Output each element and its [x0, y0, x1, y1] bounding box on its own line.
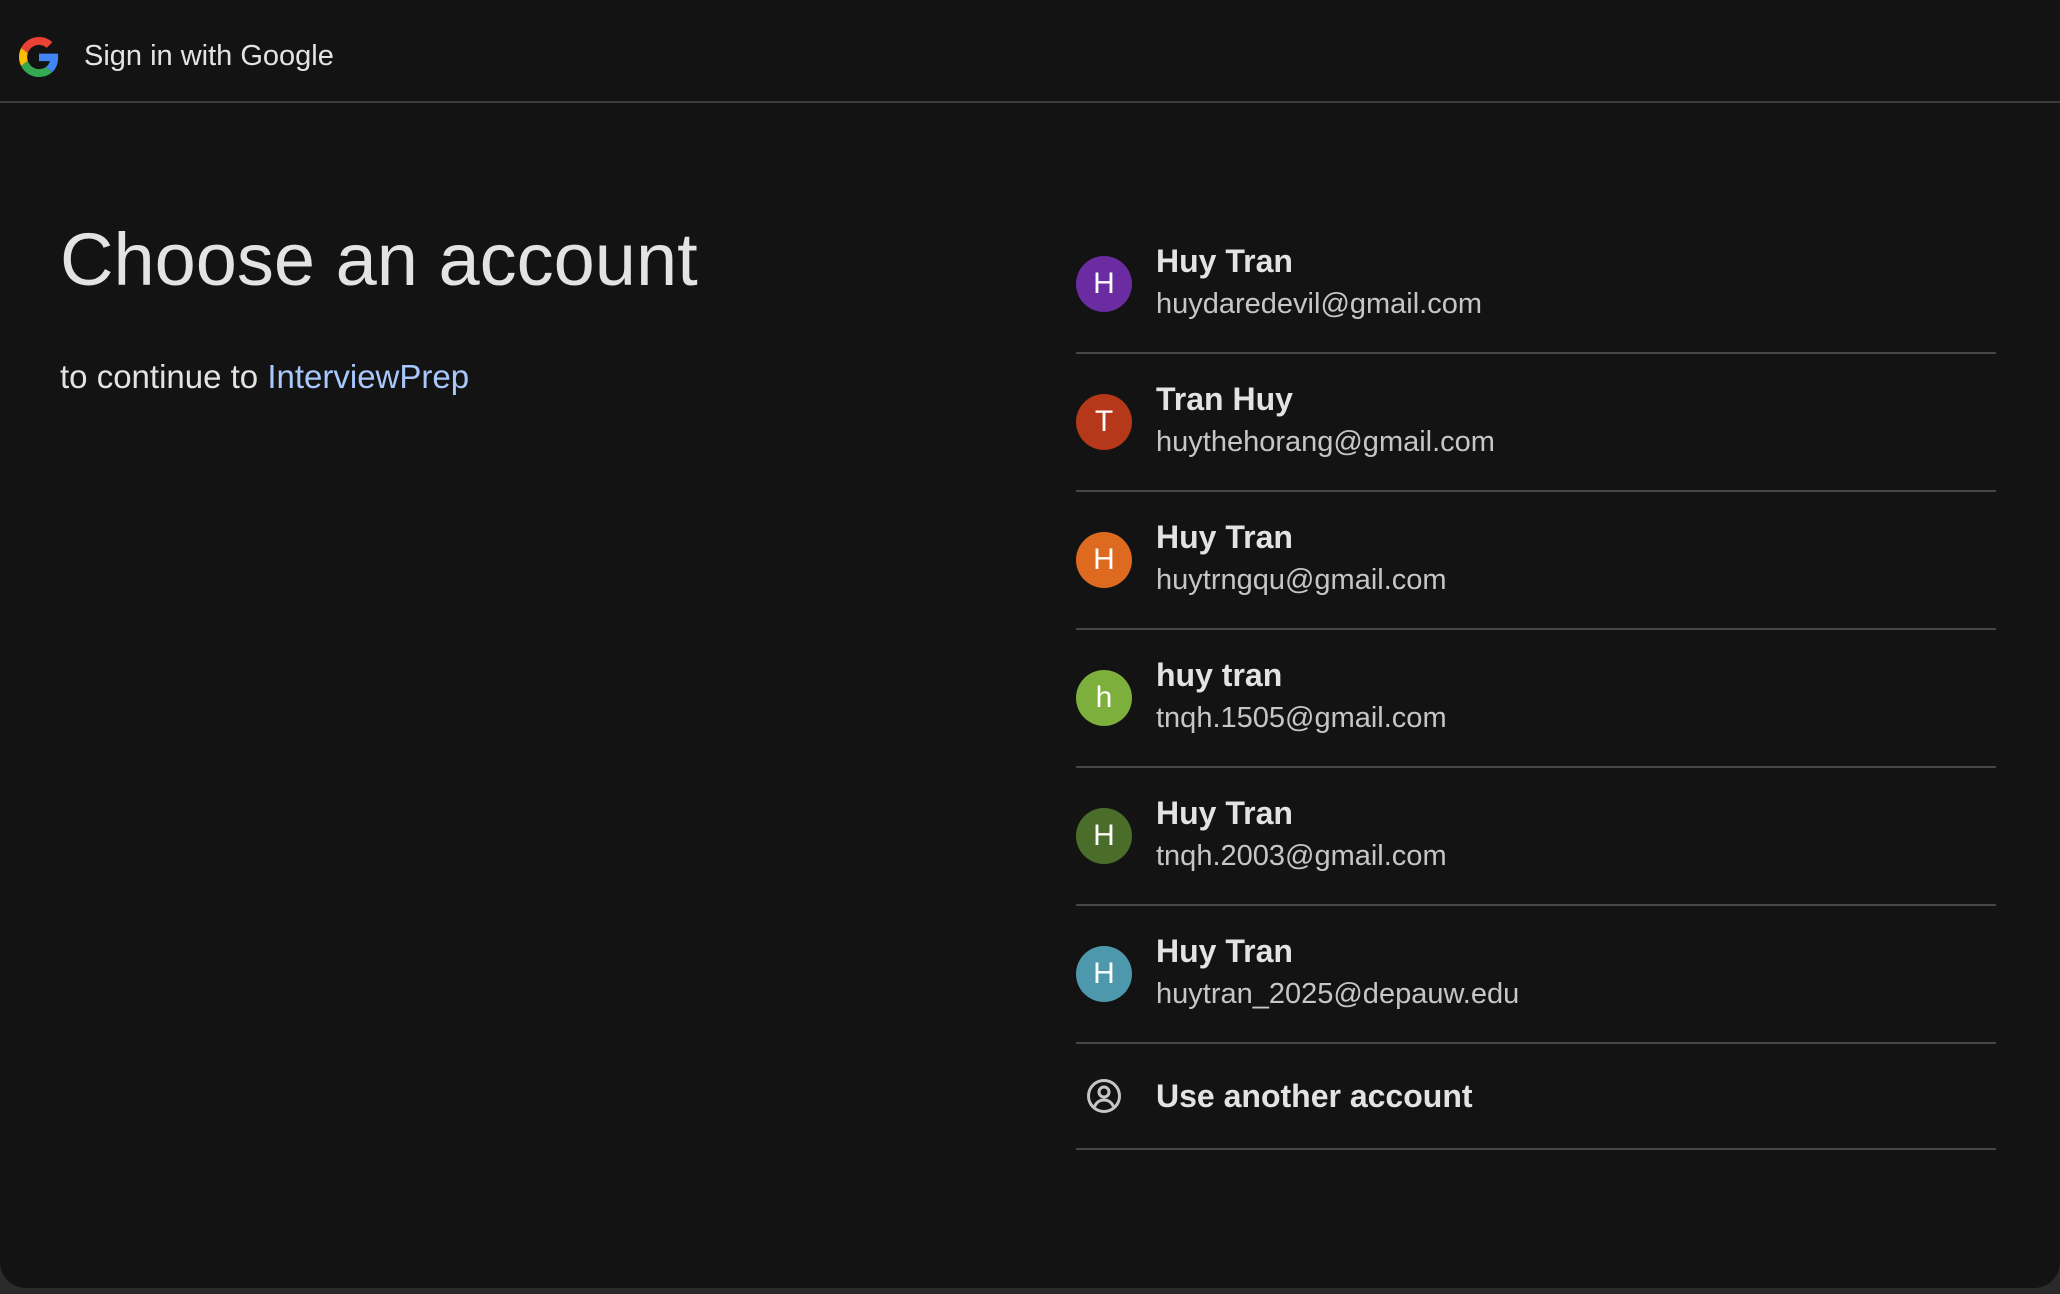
- account-name: Huy Tran: [1156, 795, 1293, 831]
- account-item[interactable]: H Huy Tran huytran_2025@depauw.edu: [1076, 906, 1996, 1044]
- account-name: Huy Tran: [1156, 933, 1293, 969]
- use-another-account-button[interactable]: Use another account: [1076, 1044, 1996, 1150]
- account-circle-icon: [1087, 1079, 1121, 1113]
- account-email: huytran_2025@depauw.edu: [1156, 978, 1520, 1010]
- account-email: huydaredevil@gmail.com: [1156, 288, 1483, 320]
- avatar: H: [1076, 808, 1132, 864]
- account-email: huythehorang@gmail.com: [1156, 426, 1495, 458]
- account-name: Tran Huy: [1156, 381, 1293, 417]
- avatar: H: [1076, 256, 1132, 312]
- account-email: tnqh.1505@gmail.com: [1156, 702, 1447, 734]
- avatar: T: [1076, 394, 1132, 450]
- page-title: Choose an account: [60, 218, 698, 301]
- account-item[interactable]: H Huy Tran tnqh.2003@gmail.com: [1076, 768, 1996, 906]
- sign-in-window: Sign in with Google Choose an account to…: [0, 0, 2060, 1288]
- header-bar: Sign in with Google: [0, 0, 2060, 103]
- account-item[interactable]: H Huy Tran huydaredevil@gmail.com: [1076, 216, 1996, 354]
- account-email: huytrngqu@gmail.com: [1156, 564, 1447, 596]
- account-name: Huy Tran: [1156, 243, 1293, 279]
- account-email: tnqh.2003@gmail.com: [1156, 840, 1447, 872]
- account-name: huy tran: [1156, 657, 1283, 693]
- account-item[interactable]: T Tran Huy huythehorang@gmail.com: [1076, 354, 1996, 492]
- subtitle-prefix: to continue to: [60, 358, 268, 395]
- avatar: h: [1076, 670, 1132, 726]
- google-g-icon: [19, 37, 59, 77]
- app-name-link[interactable]: InterviewPrep: [267, 358, 469, 395]
- account-item[interactable]: H Huy Tran huytrngqu@gmail.com: [1076, 492, 1996, 630]
- subtitle: to continue to InterviewPrep: [60, 355, 469, 399]
- avatar: H: [1076, 946, 1132, 1002]
- account-list: H Huy Tran huydaredevil@gmail.com T Tran…: [1076, 216, 1996, 1150]
- avatar: H: [1076, 532, 1132, 588]
- account-name: Huy Tran: [1156, 519, 1293, 555]
- header-title: Sign in with Google: [84, 40, 334, 72]
- use-another-account-label: Use another account: [1156, 1078, 1473, 1114]
- account-item[interactable]: h huy tran tnqh.1505@gmail.com: [1076, 630, 1996, 768]
